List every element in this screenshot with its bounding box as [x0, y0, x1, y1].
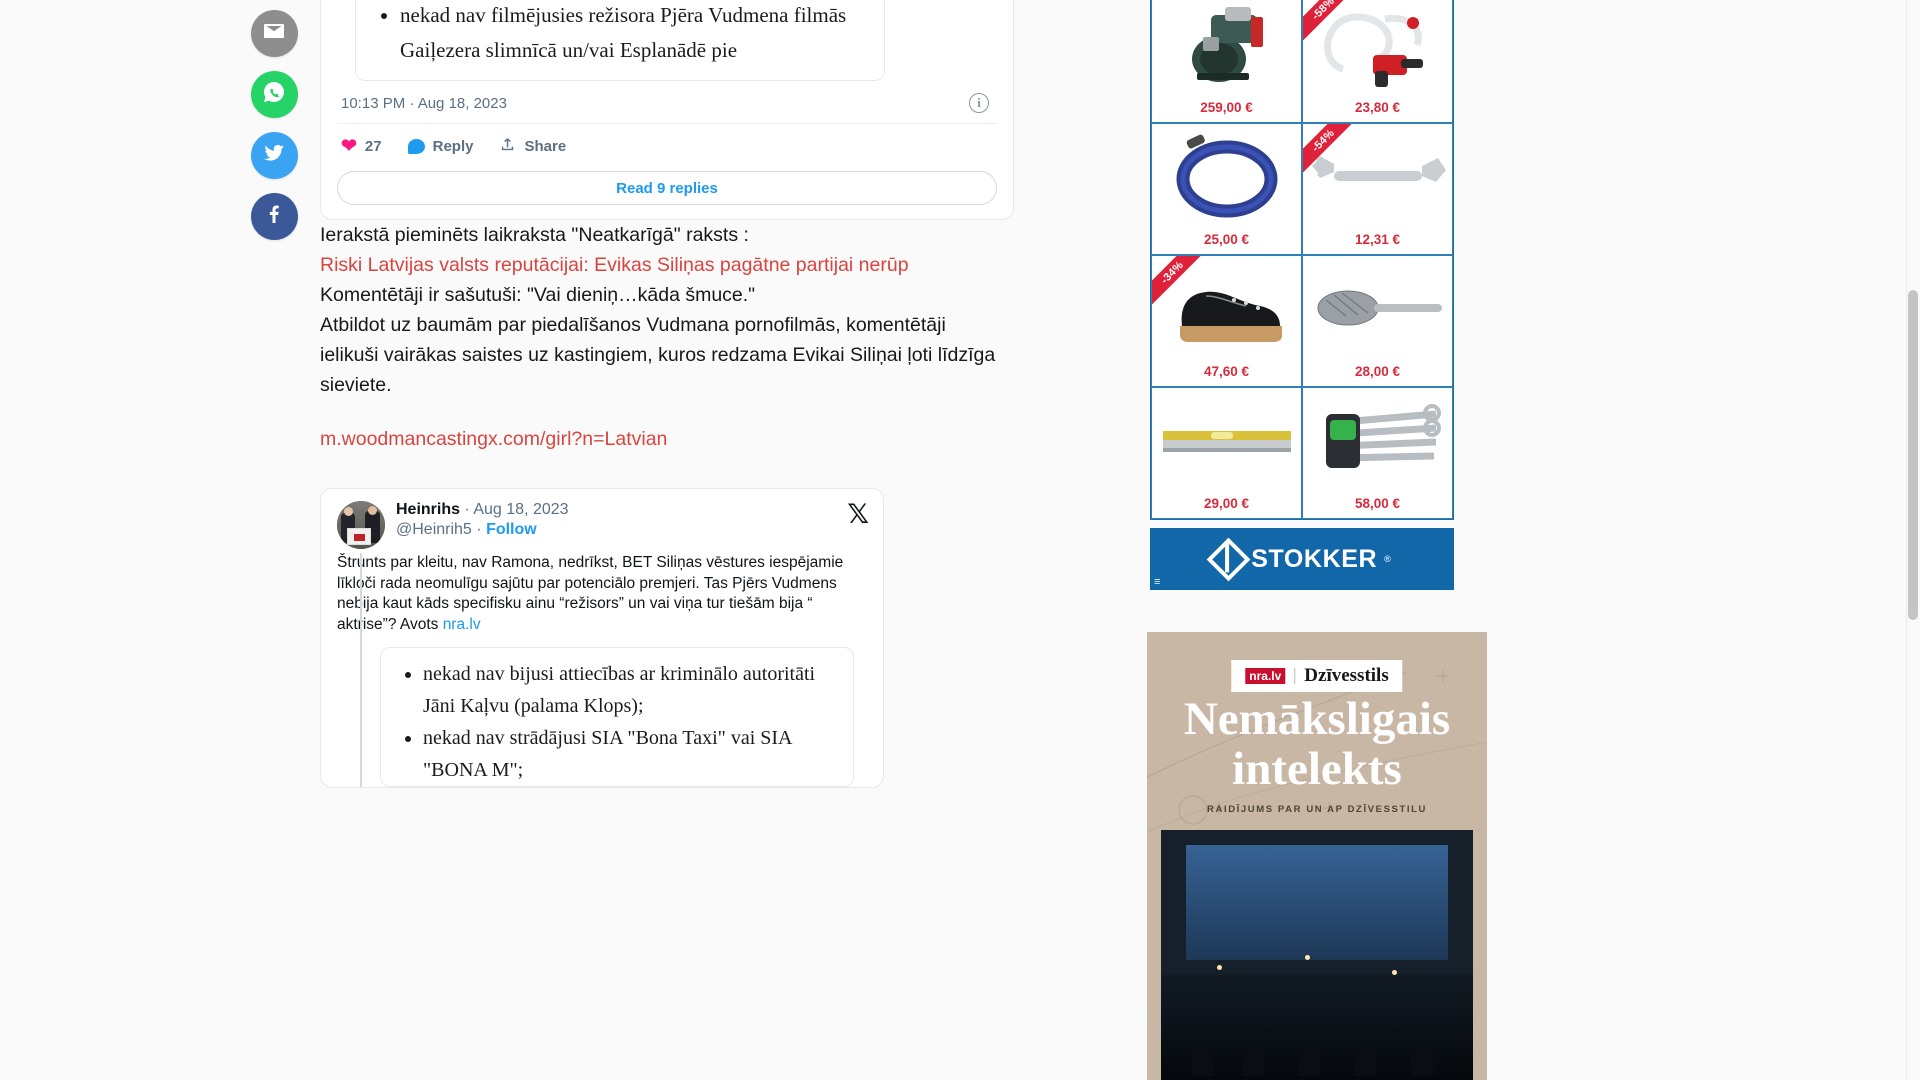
stokker-logo: STOKKER ® [1206, 537, 1391, 581]
right-sidebar: 259,00 € -58% 23,80 € 25,00 € -54% 12,31… [1147, 0, 1920, 1080]
tweet-body-main: Štrunts par kleitu, nav Ramona, nedrīkst… [337, 554, 844, 633]
email-share-button[interactable] [250, 10, 298, 57]
article-link-woodman[interactable]: m.woodmancastingx.com/girl?n=Latvian [320, 428, 667, 450]
dzivesstils-ad[interactable]: nra.lv Dzīvesstils Nemāksligais intelekt… [1147, 632, 1487, 1080]
tweet-body-link[interactable]: nra.lv [443, 616, 481, 633]
tweet-display-name[interactable]: Heinrihs [396, 501, 460, 518]
info-icon[interactable]: i [969, 93, 989, 113]
blue-hose-image [1152, 128, 1301, 224]
article-body: Ierakstā pieminēts laikraksta "Neatkarīg… [320, 220, 1150, 454]
mail-icon [262, 19, 286, 48]
product-card-wrench-set[interactable]: 58,00 € [1302, 387, 1453, 519]
dzivesstils-wordmark: Dzīvesstils [1304, 665, 1389, 686]
stokker-diamond-icon [1206, 537, 1251, 581]
nra-logo: nra.lv [1245, 668, 1286, 684]
dzivesstils-headline: Nemāksligais intelekts [1147, 694, 1487, 794]
embedded-tweet-heinrihs: 𝕏 Heinrihs · Aug 18, 2023 @Heinrih5 · Fo… [320, 488, 884, 788]
product-card-carbide-burr[interactable]: 28,00 € [1302, 255, 1453, 387]
paragraph-2: Komentētāji ir sašutuši: "Vai dieniņ…kād… [320, 284, 756, 306]
list-item: nekad nav strādājusi SIA "Bona Taxi" vai… [423, 722, 837, 786]
product-card-safety-boot[interactable]: -34% 47,60 € [1151, 255, 1302, 387]
embedded-tweet-top: nekad nav filmējusies režisora Pjēra Vud… [320, 0, 1014, 220]
dzivesstils-photo [1161, 830, 1473, 1080]
twitter-bird-icon [262, 141, 286, 170]
reply-button[interactable]: Reply [407, 138, 474, 155]
product-card-pressure-washer-hose[interactable]: -58% 23,80 € [1302, 0, 1453, 123]
product-price: 58,00 € [1354, 496, 1401, 511]
product-price: 259,00 € [1200, 100, 1253, 115]
tweet-timestamp-row: 10:13 PM · Aug 18, 2023 i [337, 81, 997, 124]
ad-choices-icon[interactable]: ≡ [1154, 577, 1160, 588]
wrench-set-image [1303, 392, 1452, 488]
tweet-timestamp: 10:13 PM · Aug 18, 2023 [341, 94, 507, 112]
quoted-bullet-list-2: nekad nav bijusi attiecības ar kriminālo… [397, 658, 837, 786]
product-price: 47,60 € [1203, 364, 1250, 379]
left-gutter [0, 0, 320, 1080]
share-label: Share [524, 138, 567, 155]
twitter-share-button[interactable] [250, 132, 298, 179]
registered-mark: ® [1384, 554, 1391, 564]
tweet-action-bar: ❤ 27 Reply Share [337, 124, 997, 169]
follow-link[interactable]: Follow [486, 521, 537, 538]
list-item: nekad nav filmējusies režisora Pjēra Vud… [400, 0, 866, 68]
tweet-handle[interactable]: @Heinrih5 [396, 521, 472, 538]
headline-line-1: Nemāksligais [1183, 693, 1451, 745]
separator-dot: · [476, 521, 482, 538]
product-card-blue-hose[interactable]: 25,00 € [1151, 123, 1302, 255]
carbide-burr-image [1303, 260, 1452, 356]
product-price: 12,31 € [1354, 232, 1401, 247]
scrollbar-thumb[interactable] [1908, 290, 1918, 620]
logo-divider [1294, 668, 1296, 684]
reply-label: Reply [432, 138, 474, 155]
whatsapp-share-button[interactable] [250, 71, 298, 118]
speech-bubble-icon [407, 139, 425, 154]
product-card-water-pump[interactable]: 259,00 € [1151, 0, 1302, 123]
like-button[interactable]: ❤ 27 [341, 137, 382, 156]
headline-line-2: intelekts [1232, 743, 1402, 795]
tweet-header: Heinrihs · Aug 18, 2023 @Heinrih5 · Foll… [337, 501, 867, 549]
page-scrollbar[interactable] [1906, 0, 1920, 1080]
tweet-author-block: Heinrihs · Aug 18, 2023 @Heinrih5 · Foll… [396, 501, 867, 549]
x-logo-icon[interactable]: 𝕏 [847, 501, 869, 528]
product-price: 25,00 € [1203, 232, 1250, 247]
quoted-tweet-box: nekad nav filmējusies režisora Pjēra Vud… [355, 0, 885, 81]
whatsapp-icon [262, 80, 286, 109]
social-share-rail [243, 10, 305, 240]
thread-line [360, 553, 362, 787]
article-main-column: nekad nav filmējusies režisora Pjēra Vud… [320, 0, 1150, 1080]
avatar[interactable] [337, 501, 385, 549]
facebook-share-button[interactable] [250, 193, 298, 240]
share-button[interactable]: Share [499, 136, 566, 157]
dzivesstils-subtitle: RAIDĪJUMS PAR UN AP DZĪVESSTILU [1207, 804, 1427, 815]
tweet-body-text: Štrunts par kleitu, nav Ramona, nedrīkst… [337, 553, 867, 635]
product-card-spirit-level[interactable]: 29,00 € [1151, 387, 1302, 519]
facebook-icon [262, 202, 286, 231]
quoted-tweet-box-2: nekad nav bijusi attiecības ar kriminālo… [380, 647, 854, 787]
product-card-open-end-wrench[interactable]: -54% 12,31 € [1302, 123, 1453, 255]
product-price: 29,00 € [1203, 496, 1250, 511]
article-link-neatkariga[interactable]: Riski Latvijas valsts reputācijai: Evika… [320, 254, 909, 276]
stokker-wordmark: STOKKER [1251, 544, 1378, 573]
paragraph-1: Ierakstā pieminēts laikraksta "Neatkarīg… [320, 224, 749, 246]
article-page: nekad nav filmējusies režisora Pjēra Vud… [0, 0, 1920, 1080]
read-replies-button[interactable]: Read 9 replies [337, 171, 997, 205]
heart-icon: ❤ [341, 136, 357, 157]
product-price: 23,80 € [1354, 100, 1401, 115]
tweet-date: · Aug 18, 2023 [464, 501, 569, 518]
stokker-banner[interactable]: STOKKER ® ≡ [1150, 528, 1454, 590]
dzivesstils-logo: nra.lv Dzīvesstils [1231, 660, 1403, 692]
spirit-level-image [1152, 392, 1301, 488]
share-arrow-icon [499, 136, 516, 157]
product-ad-grid: 259,00 € -58% 23,80 € 25,00 € -54% 12,31… [1150, 0, 1454, 520]
quoted-bullet-list: nekad nav filmējusies režisora Pjēra Vud… [374, 0, 866, 68]
paragraph-3: Atbildot uz baumām par piedalīšanos Vudm… [320, 314, 996, 396]
product-price: 28,00 € [1354, 364, 1401, 379]
like-count: 27 [364, 138, 382, 155]
list-item: nekad nav bijusi attiecības ar kriminālo… [423, 658, 837, 722]
water-pump-image [1152, 0, 1301, 92]
